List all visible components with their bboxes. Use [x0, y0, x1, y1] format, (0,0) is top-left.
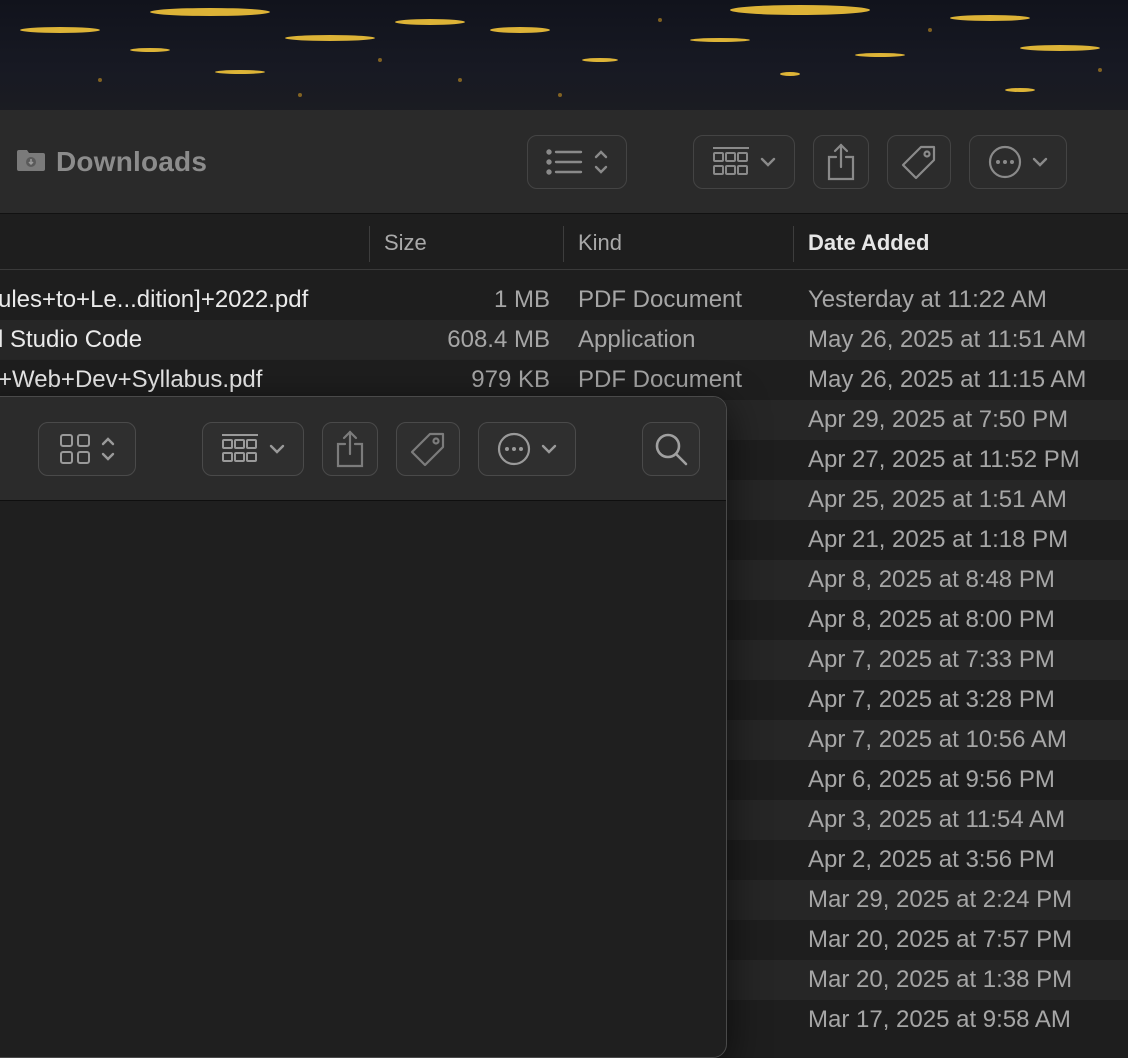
file-date: Mar 20, 2025 at 7:57 PM — [808, 926, 1073, 953]
file-date: Mar 29, 2025 at 2:24 PM — [808, 886, 1073, 913]
file-date: Apr 25, 2025 at 1:51 AM — [808, 486, 1067, 513]
share-icon — [335, 430, 365, 468]
file-row[interactable]: ules+to+Le...dition]+2022.pdf 1 MB PDF Doc… — [0, 280, 1128, 320]
share-button[interactable] — [813, 135, 869, 189]
file-size: 608.4 MB — [447, 326, 550, 353]
chevron-down-icon — [1032, 157, 1048, 167]
file-date: Apr 29, 2025 at 7:50 PM — [808, 406, 1069, 433]
file-date: Apr 3, 2025 at 11:54 AM — [808, 806, 1066, 833]
file-kind: PDF Document — [578, 366, 743, 393]
tag-icon — [410, 431, 446, 467]
toolbar: Downloads — [0, 110, 1128, 214]
file-name: +Web+Dev+Syllabus.pdf — [0, 366, 263, 393]
view-mode-button[interactable] — [38, 422, 136, 476]
list-view-icon — [546, 147, 584, 177]
updown-chevron-icon — [101, 435, 115, 463]
file-kind: PDF Document — [578, 286, 743, 313]
share-button[interactable] — [322, 422, 378, 476]
folder-title: Downloads — [56, 146, 208, 177]
chevron-down-icon — [760, 157, 776, 167]
search-button[interactable] — [642, 422, 700, 476]
file-date: May 26, 2025 at 11:51 AM — [808, 326, 1087, 353]
file-date: Apr 2, 2025 at 3:56 PM — [808, 846, 1055, 873]
group-grid-icon — [712, 146, 750, 178]
file-date: Apr 27, 2025 at 11:52 PM — [808, 446, 1080, 473]
file-row[interactable]: +Web+Dev+Syllabus.pdf 979 KB PDF Document M… — [0, 360, 1128, 400]
group-by-button[interactable] — [202, 422, 304, 476]
group-by-button[interactable] — [693, 135, 795, 189]
tags-button[interactable] — [887, 135, 951, 189]
file-size: 1 MB — [493, 286, 550, 313]
more-actions-button[interactable] — [969, 135, 1067, 189]
share-icon — [826, 143, 856, 181]
file-kind: Application — [578, 326, 696, 353]
view-mode-button[interactable] — [527, 135, 627, 189]
desktop-wallpaper — [0, 0, 1128, 112]
file-date: Mar 17, 2025 at 9:58 AM — [808, 1006, 1071, 1033]
file-size: 979 KB — [471, 366, 550, 393]
column-date-added[interactable]: Date Added — [808, 230, 929, 256]
file-name: l Studio Code — [0, 326, 143, 353]
chevron-down-icon — [541, 444, 557, 454]
file-date: Apr 8, 2025 at 8:48 PM — [808, 566, 1055, 593]
icon-view-icon — [59, 433, 91, 465]
file-row[interactable]: l Studio Code 608.4 MB Application May 26, … — [0, 320, 1128, 360]
column-divider — [793, 226, 794, 262]
column-header: Size Kind Date Added — [0, 214, 1128, 270]
toolbar — [0, 397, 726, 501]
file-date: Apr 21, 2025 at 1:18 PM — [808, 526, 1069, 553]
file-date: Apr 8, 2025 at 8:00 PM — [808, 606, 1055, 633]
file-date: Mar 20, 2025 at 1:38 PM — [808, 966, 1073, 993]
chevron-down-icon — [269, 444, 285, 454]
file-date: May 26, 2025 at 11:15 AM — [808, 366, 1087, 393]
tags-button[interactable] — [396, 422, 460, 476]
file-name: ules+to+Le...dition]+2022.pdf — [0, 286, 309, 313]
column-size[interactable]: Size — [384, 230, 427, 256]
column-divider — [563, 226, 564, 262]
window-title: Downloads — [16, 146, 207, 178]
column-divider — [369, 226, 370, 262]
folder-icon — [16, 148, 46, 177]
column-kind[interactable]: Kind — [578, 230, 622, 256]
finder-window-front — [0, 396, 727, 1058]
ellipsis-circle-icon — [988, 145, 1022, 179]
file-date: Apr 6, 2025 at 9:56 PM — [808, 766, 1055, 793]
file-date: Apr 7, 2025 at 7:33 PM — [808, 646, 1055, 673]
tag-icon — [901, 144, 937, 180]
file-date: Apr 7, 2025 at 3:28 PM — [808, 686, 1055, 713]
file-date: Apr 7, 2025 at 10:56 AM — [808, 726, 1067, 753]
search-icon — [654, 432, 688, 466]
ellipsis-circle-icon — [497, 432, 531, 466]
file-date: Yesterday at 11:22 AM — [808, 286, 1047, 313]
group-grid-icon — [221, 433, 259, 465]
updown-chevron-icon — [594, 148, 608, 176]
more-actions-button[interactable] — [478, 422, 576, 476]
